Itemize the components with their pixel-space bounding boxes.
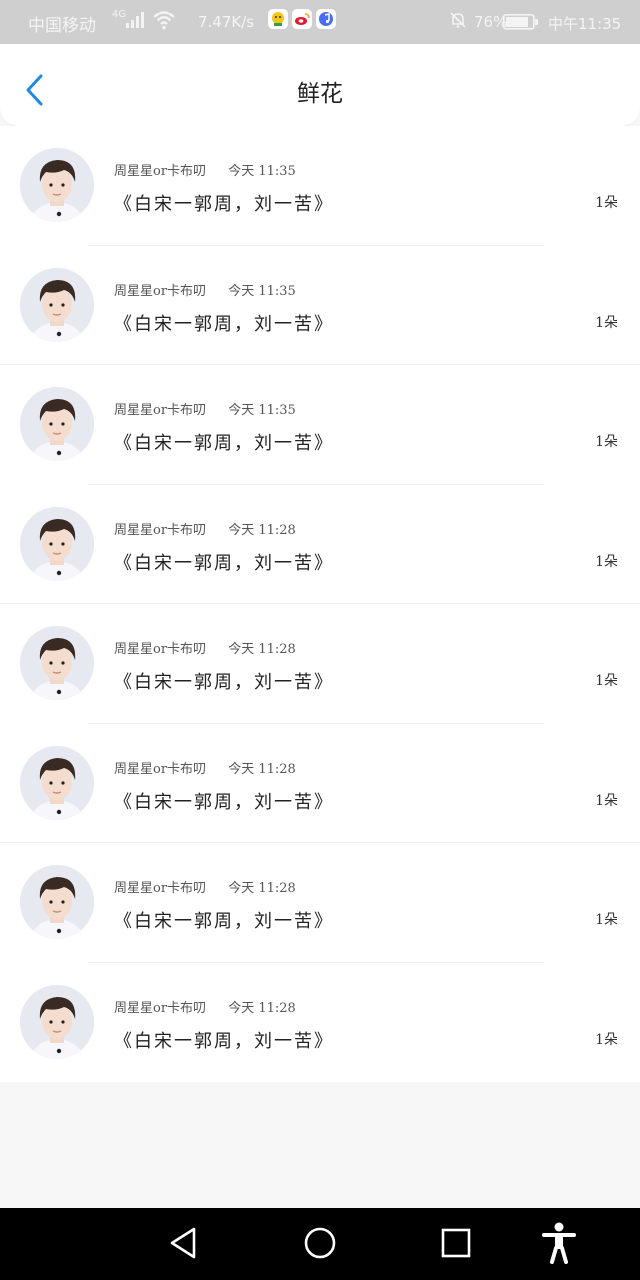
item-time: 11:28 [258,761,296,777]
item-date: 今天 [228,283,255,299]
item-meta: 周星星or卡布叨 今天 11:28 [114,519,296,538]
weibo-icon [292,9,312,29]
recents-square-icon[interactable] [440,1226,472,1264]
avatar[interactable] [20,745,94,820]
item-time: 11:35 [258,164,296,179]
list-item[interactable]: 周星星or卡布叨 今天 11:35 《白宋一郭周，刘一苦》 1朵 [0,126,640,246]
item-time: 11:35 [258,283,296,299]
chat-app-icon [268,9,288,29]
flower-record-list: 周星星or卡布叨 今天 11:35 《白宋一郭周，刘一苦》 1朵 周星星or卡布… [0,126,640,1082]
item-time: 11:28 [258,1000,296,1016]
item-message: 《白宋一郭周，刘一苦》 [114,911,334,932]
signal-icon [126,12,144,33]
list-item[interactable]: 周星星or卡布叨 今天 11:28 《白宋一郭周，刘一苦》 1朵 [0,723,640,843]
flower-count: 1朵 [595,912,618,928]
item-date: 今天 [228,1000,255,1016]
item-meta: 周星星or卡布叨 今天 11:35 [114,280,296,299]
item-message: 《白宋一郭周，刘一苦》 [114,194,334,215]
flower-count: 1朵 [595,673,618,689]
network-speed: 7.47K/s [198,13,255,31]
avatar[interactable] [20,267,94,342]
item-message: 《白宋一郭周，刘一苦》 [114,433,334,454]
status-bar: 中国移动 4G 7.47K/s 76% 中午11:35 [0,0,640,44]
flower-count: 1朵 [595,792,618,809]
sender-name: 周星星or卡布叨 [114,761,207,777]
item-time: 11:28 [258,642,296,657]
flower-count: 1朵 [595,1031,618,1048]
avatar[interactable] [20,387,94,461]
sender-name: 周星星or卡布叨 [114,522,207,538]
flower-count: 1朵 [595,195,618,211]
flower-count: 1朵 [595,553,618,570]
item-message: 《白宋一郭周，刘一苦》 [114,552,334,574]
sender-name: 周星星or卡布叨 [114,283,207,299]
item-meta: 周星星or卡布叨 今天 11:35 [114,160,296,179]
accessibility-icon[interactable] [542,1222,576,1268]
item-message: 《白宋一郭周，刘一苦》 [114,672,334,693]
avatar[interactable] [20,506,94,581]
clock: 中午11:35 [548,15,622,33]
notification-app-icons [268,9,336,29]
item-time: 11:28 [258,881,296,896]
list-item[interactable]: 周星星or卡布叨 今天 11:28 《白宋一郭周，刘一苦》 1朵 [0,484,640,604]
network-type: 4G [112,9,127,20]
wifi-icon [152,10,176,35]
list-item[interactable]: 周星星or卡布叨 今天 11:35 《白宋一郭周，刘一苦》 1朵 [0,245,640,365]
avatar[interactable] [20,148,94,222]
avatar[interactable] [20,865,94,939]
system-navigation-bar [0,1208,640,1280]
back-triangle-icon[interactable] [168,1226,198,1264]
avatar[interactable] [20,984,94,1059]
list-item[interactable]: 周星星or卡布叨 今天 11:35 《白宋一郭周，刘一苦》 1朵 [0,365,640,485]
item-date: 今天 [228,761,255,777]
item-meta: 周星星or卡布叨 今天 11:35 [114,399,296,418]
item-message: 《白宋一郭周，刘一苦》 [114,791,334,813]
item-date: 今天 [228,642,255,657]
music-app-icon [316,9,336,29]
item-date: 今天 [228,881,255,896]
item-time: 11:35 [258,403,296,418]
carrier-label: 中国移动 [28,16,96,36]
item-date: 今天 [228,522,255,538]
bell-muted-icon [448,10,468,35]
list-item[interactable]: 周星星or卡布叨 今天 11:28 《白宋一郭周，刘一苦》 1朵 [0,843,640,963]
list-item[interactable]: 周星星or卡布叨 今天 11:28 《白宋一郭周，刘一苦》 1朵 [0,604,640,724]
home-circle-icon[interactable] [303,1226,337,1264]
sender-name: 周星星or卡布叨 [114,642,207,657]
item-time: 11:28 [258,522,296,538]
item-meta: 周星星or卡布叨 今天 11:28 [114,758,296,777]
flower-count: 1朵 [595,314,618,331]
item-meta: 周星星or卡布叨 今天 11:28 [114,638,296,657]
item-meta: 周星星or卡布叨 今天 11:28 [114,997,296,1016]
page-title: 鲜花 [297,81,343,107]
avatar[interactable] [20,626,94,700]
top-nav-bar: 鲜花 [0,44,640,126]
list-item[interactable]: 周星星or卡布叨 今天 11:28 《白宋一郭周，刘一苦》 1朵 [0,962,640,1082]
sender-name: 周星星or卡布叨 [114,881,207,896]
item-date: 今天 [228,164,255,179]
sender-name: 周星星or卡布叨 [114,403,207,418]
item-message: 《白宋一郭周，刘一苦》 [114,313,334,335]
item-message: 《白宋一郭周，刘一苦》 [114,1030,334,1052]
item-date: 今天 [228,403,255,418]
flower-count: 1朵 [595,434,618,450]
battery-icon [503,14,539,35]
sender-name: 周星星or卡布叨 [114,164,207,179]
item-meta: 周星星or卡布叨 今天 11:28 [114,877,296,896]
sender-name: 周星星or卡布叨 [114,1000,207,1016]
